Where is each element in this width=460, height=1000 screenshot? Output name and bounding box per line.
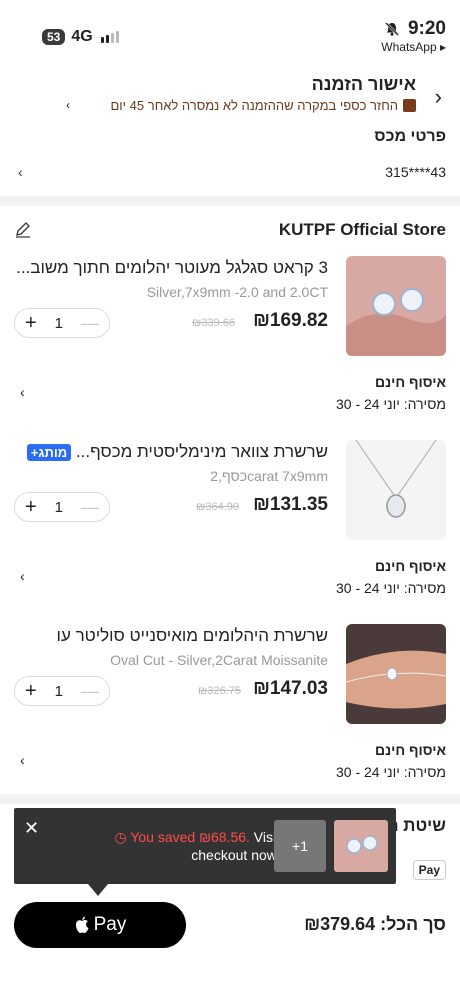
saved-amount: You saved ₪68.56. — [130, 829, 250, 845]
bell-muted-icon — [385, 22, 399, 36]
refund-notice-text: החזר כספי במקרה שההזמנה לא נמסרה לאחר 45… — [110, 98, 398, 113]
order-header: אישור הזמנה › החזר כספי במקרה שההזמנה לא… — [0, 68, 460, 120]
product-image[interactable] — [346, 440, 446, 540]
product-title-text: שרשרת צוואר מינימליסטית מכסף... — [75, 442, 328, 461]
network-type: 4G — [71, 28, 93, 45]
product-old-price: ₪339.66 — [192, 317, 235, 329]
minus-icon[interactable]: — — [81, 681, 99, 702]
plus-icon[interactable]: + — [25, 680, 37, 703]
product-old-price: ₪364.90 — [196, 501, 239, 513]
store-name[interactable]: KUTPF Official Store — [279, 220, 446, 240]
product-old-price: ₪326.75 — [198, 685, 241, 697]
back-to-app-link[interactable]: WhatsApp ▸ — [381, 40, 446, 54]
clock: 9:20 — [407, 18, 446, 39]
apple-pay-button[interactable]: Pay — [14, 902, 186, 948]
close-icon[interactable]: ✕ — [24, 818, 39, 839]
notice-chevron-icon[interactable]: ‹ — [66, 98, 70, 112]
back-chevron-icon[interactable]: › — [435, 84, 442, 110]
customs-row[interactable]: ‹ 315****43 — [0, 160, 460, 186]
checkout-footer: Pay סך הכל: ₪379.64 — [0, 896, 460, 956]
apple-pay-method[interactable]: Pay — [412, 860, 446, 880]
more-items-thumb: +1 — [274, 820, 326, 872]
quantity-stepper: + 1 — — [14, 492, 110, 522]
product-price: ₪131.35 — [253, 494, 328, 515]
quantity-value[interactable]: 1 — [55, 315, 63, 332]
product-image[interactable] — [346, 624, 446, 724]
quantity-value[interactable]: 1 — [55, 499, 63, 516]
cart-item: שרשרת היהלומים מואיסנייט סוליטר עו Oval … — [0, 624, 460, 804]
chevron-left-icon: ‹ — [18, 164, 23, 180]
shipping-title: איסוף חינם — [375, 742, 446, 758]
order-total: סך הכל: ₪379.64 — [304, 914, 446, 934]
product-variant[interactable]: כסף,2carat 7x9mm — [10, 468, 328, 484]
clock-icon: ◷ — [114, 829, 131, 845]
store-row: KUTPF Official Store — [0, 216, 460, 244]
shipping-date: מסירה: יוני 24 - 30 — [335, 764, 446, 780]
apple-icon — [75, 916, 89, 933]
product-image[interactable] — [346, 256, 446, 356]
customs-label: פרטי מכס — [374, 128, 446, 145]
plus-icon[interactable]: + — [25, 496, 37, 519]
customs-id: 315****43 — [385, 164, 446, 180]
status-bar: 53 4G 9:20 WhatsApp ▸ — [0, 0, 460, 60]
product-price: ₪147.03 — [253, 678, 328, 699]
quantity-stepper: + 1 — — [14, 676, 110, 706]
cart-item: 3 קראט סגלגל מעוטר יהלומים חתוך משוב... … — [0, 256, 460, 436]
toast-message: ◷ You saved ₪68.56. Visit checkout now. — [80, 828, 280, 864]
page-title: אישור הזמנה — [311, 74, 416, 94]
refund-notice[interactable]: החזר כספי במקרה שההזמנה לא נמסרה לאחר 45… — [110, 98, 416, 113]
signal-icon — [100, 31, 119, 43]
divider — [0, 196, 460, 206]
shipping-title: איסוף חינם — [375, 558, 446, 574]
box-icon — [403, 99, 416, 112]
product-price: ₪169.82 — [253, 310, 328, 331]
toast-tail — [88, 884, 108, 896]
product-title[interactable]: שרשרת צוואר מינימליסטית מכסף... מותג+ — [10, 442, 328, 462]
shipping-chevron-icon[interactable]: ‹ — [20, 384, 25, 400]
edit-note-icon[interactable] — [14, 220, 32, 238]
cart-item: שרשרת צוואר מינימליסטית מכסף... מותג+ כס… — [0, 440, 460, 620]
divider — [0, 794, 460, 804]
minus-icon[interactable]: — — [81, 313, 99, 334]
minus-icon[interactable]: — — [81, 497, 99, 518]
apple-pay-label: Pay — [93, 914, 127, 935]
toast-product-image — [334, 820, 388, 872]
product-title[interactable]: שרשרת היהלומים מואיסנייט סוליטר עו — [10, 626, 328, 646]
status-right: 9:20 WhatsApp ▸ — [381, 18, 446, 54]
battery-indicator: 53 — [42, 29, 66, 45]
brand-plus-badge: מותג+ — [26, 444, 72, 461]
shipping-title: איסוף חינם — [375, 374, 446, 390]
product-variant[interactable]: Oval Cut - Silver,2Carat Moissanite — [10, 652, 328, 668]
quantity-value[interactable]: 1 — [55, 683, 63, 700]
product-variant[interactable]: Silver,7x9mm -2.0 and 2.0CT — [10, 284, 328, 300]
savings-toast[interactable]: ✕ ◷ You saved ₪68.56. Visit checkout now… — [14, 808, 396, 884]
shipping-date: מסירה: יוני 24 - 30 — [335, 396, 446, 412]
status-left: 53 4G — [42, 28, 119, 46]
shipping-chevron-icon[interactable]: ‹ — [20, 568, 25, 584]
shipping-date: מסירה: יוני 24 - 30 — [335, 580, 446, 596]
plus-icon[interactable]: + — [25, 312, 37, 335]
shipping-chevron-icon[interactable]: ‹ — [20, 752, 25, 768]
product-title[interactable]: 3 קראט סגלגל מעוטר יהלומים חתוך משוב... — [10, 258, 328, 278]
quantity-stepper: + 1 — — [14, 308, 110, 338]
